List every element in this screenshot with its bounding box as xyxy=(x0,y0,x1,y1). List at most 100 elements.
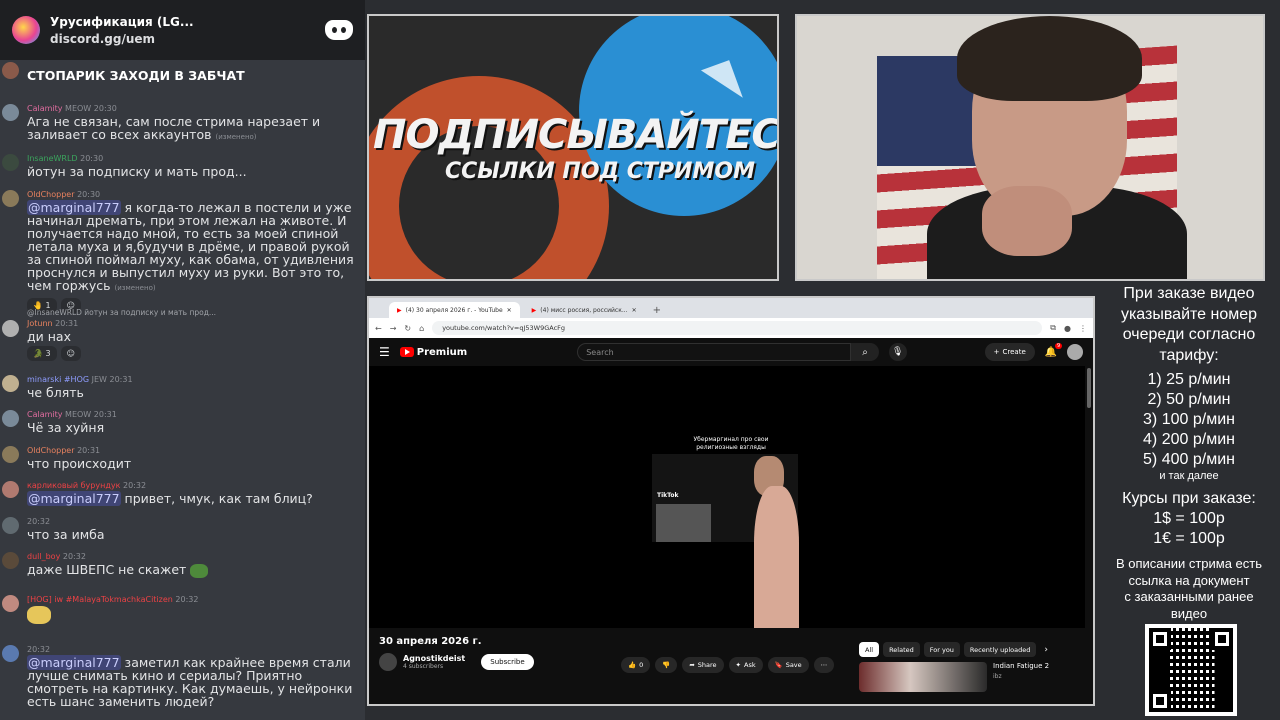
sparkle-icon: ✦ xyxy=(735,661,741,669)
description-note: В описании стрима есть ссылка на документ… xyxy=(1115,556,1263,621)
avatar xyxy=(2,446,19,463)
reply-preview[interactable]: @InsaneWRLD йотун за подписку и мать про… xyxy=(27,306,365,319)
more-icon: ⋯ xyxy=(820,661,828,669)
ask-button[interactable]: ✦ Ask xyxy=(728,657,763,673)
notifications-bell-icon[interactable]: 🔔 9 xyxy=(1045,342,1063,358)
channel-name[interactable]: Agnostikdeist xyxy=(403,654,465,663)
chat-message: [HOG] iw #MalayaTokmachkaCitizen 20:32 xyxy=(0,595,365,626)
avatar xyxy=(2,595,19,612)
back-icon[interactable]: ← xyxy=(375,324,382,333)
chip-all[interactable]: All xyxy=(859,642,880,657)
address-bar: ← → ↻ ⌂ youtube.com/watch?v=qJ53W9GAcFg … xyxy=(369,318,1093,338)
rec-thumbnail[interactable] xyxy=(859,662,987,692)
home-icon[interactable]: ⌂ xyxy=(419,324,424,333)
chat-message: OldChopper 20:30 @marginal777 я когда-то… xyxy=(0,190,365,313)
avatar xyxy=(2,62,19,79)
more-button[interactable]: ⋯ xyxy=(813,657,835,673)
add-reaction-icon: ☺ xyxy=(60,346,81,361)
search-input[interactable]: Search xyxy=(577,343,852,361)
microphone-icon[interactable]: 🎙 xyxy=(888,343,907,361)
chat-message: OldChopper 20:31 что происходит xyxy=(0,446,365,470)
chevron-right-icon[interactable]: › xyxy=(1040,645,1048,655)
chip-for-you[interactable]: For you xyxy=(923,642,960,657)
avatar xyxy=(2,154,19,171)
avatar xyxy=(2,552,19,569)
qr-code xyxy=(1145,624,1237,716)
thumbs-down-icon: 👎 xyxy=(662,661,671,669)
exchange-rates: Курсы при заказе: 1$ = 100р 1€ = 100р xyxy=(1122,490,1256,547)
forward-icon[interactable]: → xyxy=(390,324,397,333)
order-instructions: При заказе видео указывайте номер очереди … xyxy=(1120,285,1258,364)
page-scrollbar[interactable] xyxy=(1087,368,1091,408)
extensions-icon[interactable]: ⧉ xyxy=(1050,323,1056,333)
stream-overlay: Урусификация (LG... discord.gg/uem СТОПА… xyxy=(0,0,1280,720)
avatar xyxy=(2,104,19,121)
server-invite-link[interactable]: discord.gg/uem xyxy=(50,32,315,46)
channel-avatar[interactable] xyxy=(379,653,397,671)
hamburger-menu-icon[interactable]: ☰ xyxy=(379,345,390,359)
chat-message: Calamity MEOW 20:31 Чё за хуйня xyxy=(0,410,365,434)
chat-message: minarski #HOG JEW 20:31 че блять xyxy=(0,375,365,399)
create-button[interactable]: + Create xyxy=(984,343,1035,361)
subscribe-button[interactable]: Subscribe xyxy=(481,654,534,670)
search-icon[interactable]: ⌕ xyxy=(851,343,879,361)
bookmark-icon: 🔖 xyxy=(774,661,783,669)
share-button[interactable]: ➦ Share xyxy=(682,657,724,673)
avatar xyxy=(2,190,19,207)
reaction[interactable]: 🐊 3 ☺ xyxy=(27,346,81,361)
mention[interactable]: @marginal777 xyxy=(27,491,121,506)
account-avatar[interactable] xyxy=(1067,344,1083,360)
tab-youtube-2[interactable]: ▶ (4) мисс россия, российск... ✕ xyxy=(523,302,645,318)
pinned-message: СТОПАРИК ЗАХОДИ В ЗАБЧАТ xyxy=(0,62,365,82)
video-inset xyxy=(656,504,711,542)
chip-related[interactable]: Related xyxy=(883,642,920,657)
like-button[interactable]: 👍 0 xyxy=(621,657,651,673)
rec-channel: ibz xyxy=(993,673,1002,680)
tariff-list: 1) 25 р/мин 2) 50 р/мин 3) 100 р/мин 4) 200… xyxy=(1143,371,1235,468)
banner-subtitle: ССЫЛКИ ПОД СТРИМОМ xyxy=(445,159,755,184)
youtube-play-icon xyxy=(399,347,414,357)
recommendation-chips: All Related For you Recently uploaded › xyxy=(859,642,1048,657)
dislike-button[interactable]: 👎 xyxy=(655,657,678,673)
chat-message: 20:32 @marginal777 заметил как крайнее в… xyxy=(0,645,365,708)
video-person-2 xyxy=(754,486,799,628)
webcam-feed xyxy=(795,14,1265,281)
video-title: 30 апреля 2026 г. xyxy=(379,636,482,647)
tab-bar: ▶ (4) 30 апреля 2026 г. - YouTube ✕ ▶ (4) м… xyxy=(369,298,1093,318)
youtube-logo[interactable]: Premium xyxy=(399,347,467,358)
close-icon: ✕ xyxy=(631,306,637,314)
chat-message-reply: @InsaneWRLD йотун за подписку и мать про… xyxy=(0,306,365,361)
chip-recently-uploaded[interactable]: Recently uploaded xyxy=(963,642,1037,657)
avatar xyxy=(2,517,19,534)
youtube-header: ☰ Premium Search ⌕ 🎙 + Create 🔔 9 xyxy=(369,338,1093,366)
reload-icon[interactable]: ↻ xyxy=(404,324,411,333)
discord-chat-panel: Урусификация (LG... discord.gg/uem СТОПА… xyxy=(0,0,365,720)
emoji-sticker-icon xyxy=(27,606,51,624)
video-caption: Убермаргинал про свои религиозные взгляд… xyxy=(693,436,769,451)
recommended-video[interactable]: Indian Fatigue 2 ibz xyxy=(859,662,1049,692)
avatar xyxy=(2,481,19,498)
discord-logo-icon xyxy=(325,20,353,40)
video-actions: 👍 0 👎 ➦ Share ✦ Ask 🔖 Save ⋯ xyxy=(621,657,835,673)
close-icon: ✕ xyxy=(506,306,512,314)
video-player[interactable]: Убермаргинал про свои религиозные взгляд… xyxy=(369,366,1085,628)
avatar xyxy=(2,320,19,337)
subscribe-banner: ПОДПИСЫВАЙТЕСЬ ССЫЛКИ ПОД СТРИМОМ xyxy=(367,14,779,281)
menu-icon[interactable]: ⋮ xyxy=(1079,324,1087,333)
avatar xyxy=(2,410,19,427)
save-button[interactable]: 🔖 Save xyxy=(767,657,809,673)
tab-youtube-active[interactable]: ▶ (4) 30 апреля 2026 г. - YouTube ✕ xyxy=(389,302,520,318)
server-name: Урусификация (LG... xyxy=(50,14,194,29)
browser-window: ▶ (4) 30 апреля 2026 г. - YouTube ✕ ▶ (4) м… xyxy=(367,296,1095,706)
avatar xyxy=(2,645,19,662)
profile-icon[interactable]: ● xyxy=(1064,324,1071,333)
chat-message: 20:32 что за имба xyxy=(0,517,365,541)
url-input[interactable]: youtube.com/watch?v=qJ53W9GAcFg xyxy=(432,321,1043,335)
thumbs-up-icon: 👍 xyxy=(628,661,637,669)
new-tab-button[interactable]: + xyxy=(649,302,665,318)
tariff-etc: и так далее xyxy=(1159,470,1219,482)
subscriber-count: 4 subscribers xyxy=(403,663,444,670)
rec-title[interactable]: Indian Fatigue 2 xyxy=(993,662,1049,670)
chat-message: InsaneWRLD 20:30 йотун за подписку и мат… xyxy=(0,154,365,178)
pepe-emoji-icon xyxy=(190,563,209,578)
